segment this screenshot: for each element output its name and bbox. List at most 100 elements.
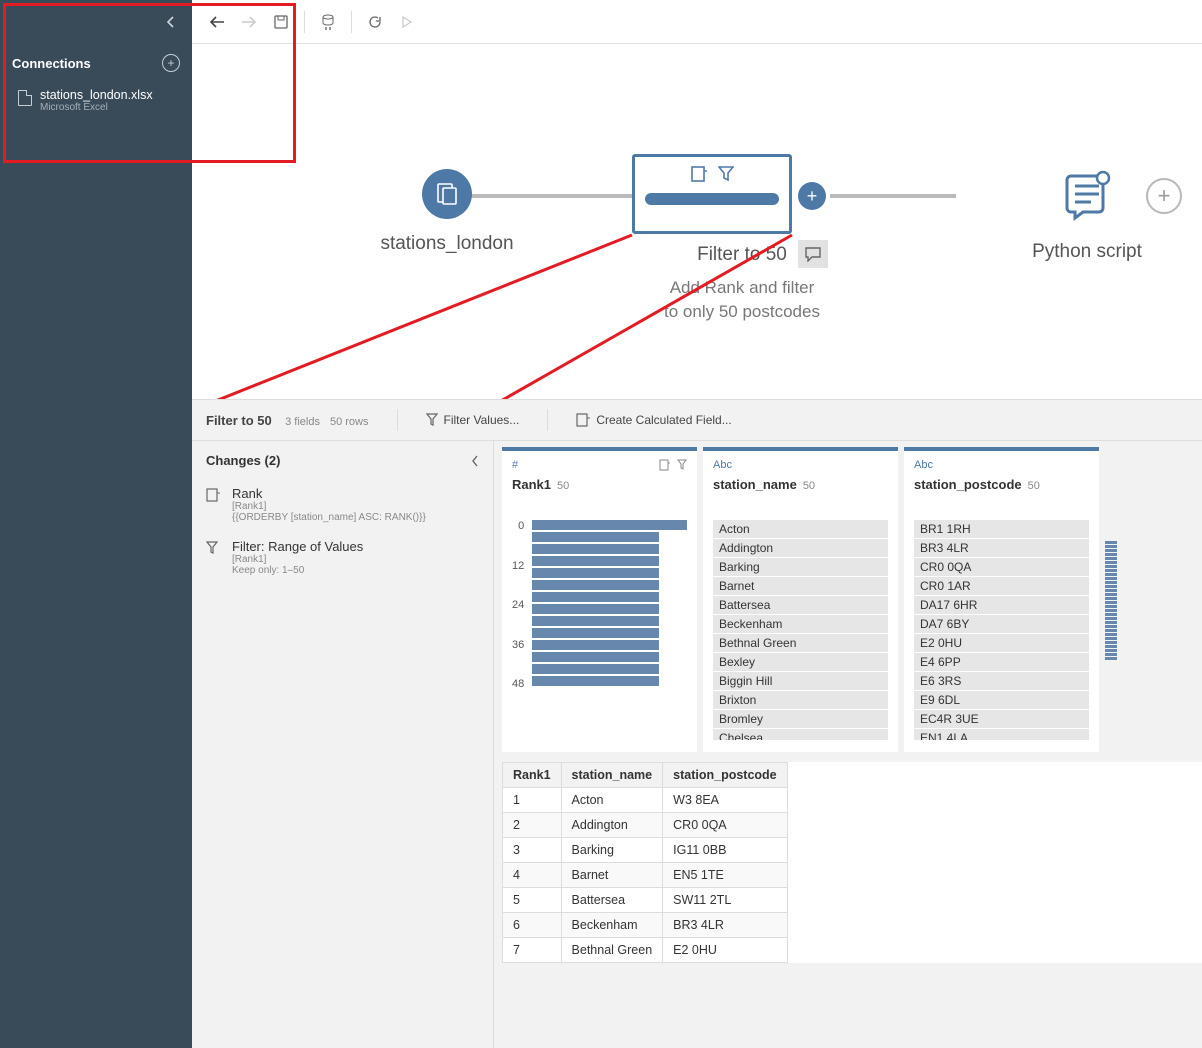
list-item[interactable]: E6 3RS <box>914 672 1089 691</box>
card-action-icons <box>659 459 687 471</box>
table-row[interactable]: 1ActonW3 8EA <box>503 788 788 813</box>
filter-icon <box>718 165 734 183</box>
main-area: stations_london + Filter to 50 Add Rank … <box>192 0 1202 1048</box>
pause-db-icon[interactable] <box>315 9 341 35</box>
list-item[interactable]: Battersea <box>713 596 888 615</box>
change-sub1: [Rank1] <box>232 554 363 565</box>
change-item[interactable]: Filter: Range of Values [Rank1] Keep onl… <box>192 533 493 586</box>
list-item[interactable]: Bromley <box>713 710 888 729</box>
field-count: 50 <box>557 480 569 492</box>
card-type-icon: # <box>512 459 518 471</box>
list-item[interactable]: Bexley <box>713 653 888 672</box>
calc-icon[interactable] <box>659 459 671 471</box>
table-cell: 4 <box>503 863 562 888</box>
field-name: station_name <box>713 477 797 492</box>
table-cell: 3 <box>503 838 562 863</box>
clean-step-node[interactable] <box>632 154 792 234</box>
list-item[interactable]: E2 0HU <box>914 634 1089 653</box>
save-button[interactable] <box>268 9 294 35</box>
table-cell: 2 <box>503 813 562 838</box>
card-type-row: Abc <box>713 459 888 471</box>
chart-bar <box>532 652 659 662</box>
table-row[interactable]: 5BatterseaSW11 2TL <box>503 888 788 913</box>
list-item[interactable]: Brixton <box>713 691 888 710</box>
chart-bar <box>532 676 659 686</box>
add-node-button[interactable]: + <box>1146 178 1182 214</box>
input-node-label: stations_london <box>317 233 577 255</box>
table-cell: SW11 2TL <box>663 888 788 913</box>
add-connection-button[interactable]: + <box>162 54 180 72</box>
list-item[interactable]: DA7 6BY <box>914 615 1089 634</box>
table-row[interactable]: 2AddingtonCR0 0QA <box>503 813 788 838</box>
file-icon <box>18 90 32 106</box>
clean-node-label-wrap: Filter to 50 Add Rank and filter to only… <box>612 244 872 324</box>
table-cell: Bethnal Green <box>561 938 663 963</box>
list-item[interactable]: Biggin Hill <box>713 672 888 691</box>
table-row[interactable]: 4BarnetEN5 1TE <box>503 863 788 888</box>
separator <box>397 409 398 431</box>
table-cell: CR0 0QA <box>663 813 788 838</box>
list-item[interactable]: E4 6PP <box>914 653 1089 672</box>
chart-bar <box>532 544 659 554</box>
refresh-button[interactable] <box>362 9 388 35</box>
data-table: Rank1station_namestation_postcode 1Acton… <box>502 762 788 963</box>
filter-icon[interactable] <box>677 459 687 471</box>
back-button[interactable] <box>204 9 230 35</box>
list-item[interactable]: DA17 6HR <box>914 596 1089 615</box>
sidebar-collapse-icon[interactable] <box>166 16 176 28</box>
list-item[interactable]: BR1 1RH <box>914 520 1089 539</box>
list-item[interactable]: CR0 0QA <box>914 558 1089 577</box>
connections-header: Connections + <box>0 44 192 82</box>
list-item[interactable]: Acton <box>713 520 888 539</box>
run-button[interactable] <box>394 9 420 35</box>
list-item[interactable]: Beckenham <box>713 615 888 634</box>
add-step-button[interactable]: + <box>798 182 826 210</box>
app-root: Connections + stations_london.xlsx Micro… <box>0 0 1202 1048</box>
connector-line <box>830 194 956 198</box>
list-item[interactable]: CR0 1AR <box>914 577 1089 596</box>
column-header[interactable]: station_name <box>561 763 663 788</box>
step-title-group: Filter to 50 3 fields 50 rows <box>206 413 369 428</box>
table-cell: Barnet <box>561 863 663 888</box>
forward-button[interactable] <box>236 9 262 35</box>
table-row[interactable]: 3BarkingIG11 0BB <box>503 838 788 863</box>
list-item[interactable]: E9 6DL <box>914 691 1089 710</box>
table-row[interactable]: 7Bethnal GreenE2 0HU <box>503 938 788 963</box>
list-item[interactable]: EN1 4LA <box>914 729 1089 740</box>
field-count: 50 <box>803 480 815 492</box>
list-item[interactable]: Chelsea <box>713 729 888 740</box>
table-cell: Beckenham <box>561 913 663 938</box>
script-icon <box>1057 164 1117 224</box>
column-header[interactable]: station_postcode <box>663 763 788 788</box>
table-cell: BR3 4LR <box>663 913 788 938</box>
filter-values-button[interactable]: Filter Values... <box>426 413 520 427</box>
field-card-rank[interactable]: # Rank1 50 0 <box>502 447 697 752</box>
list-item[interactable]: BR3 4LR <box>914 539 1089 558</box>
step-title: Filter to 50 <box>206 413 272 428</box>
list-item[interactable]: EC4R 3UE <box>914 710 1089 729</box>
chart-bar <box>532 640 659 650</box>
connection-item[interactable]: stations_london.xlsx Microsoft Excel <box>0 82 192 119</box>
field-card-postcode[interactable]: Abc station_postcode 50 BR1 1RHBR3 4LRCR… <box>904 447 1099 752</box>
value-list: ActonAddingtonBarkingBarnetBatterseaBeck… <box>713 520 888 740</box>
change-sub1: [Rank1] <box>232 501 426 512</box>
data-grid[interactable]: Rank1station_namestation_postcode 1Acton… <box>502 762 1202 963</box>
list-item[interactable]: Barking <box>713 558 888 577</box>
list-item[interactable]: Addington <box>713 539 888 558</box>
collapse-changes-icon[interactable] <box>471 455 479 467</box>
table-cell: 5 <box>503 888 562 913</box>
table-cell: 1 <box>503 788 562 813</box>
changes-header[interactable]: Changes (2) <box>192 441 493 480</box>
table-row[interactable]: 6BeckenhamBR3 4LR <box>503 913 788 938</box>
flow-canvas[interactable]: stations_london + Filter to 50 Add Rank … <box>192 44 1202 399</box>
field-card-station[interactable]: Abc station_name 50 ActonAddingtonBarkin… <box>703 447 898 752</box>
create-calc-field-button[interactable]: Create Calculated Field... <box>576 413 731 427</box>
list-item[interactable]: Barnet <box>713 577 888 596</box>
column-header[interactable]: Rank1 <box>503 763 562 788</box>
chart-bar <box>532 592 659 602</box>
change-item[interactable]: Rank [Rank1] {{ORDERBY [station_name] AS… <box>192 480 493 533</box>
step-rows-count: 50 rows <box>330 416 369 428</box>
lower-panels: Changes (2) Rank [Rank1] {{ORDERBY [stat… <box>192 441 1202 1048</box>
list-item[interactable]: Bethnal Green <box>713 634 888 653</box>
input-node[interactable]: stations_london <box>317 169 577 255</box>
